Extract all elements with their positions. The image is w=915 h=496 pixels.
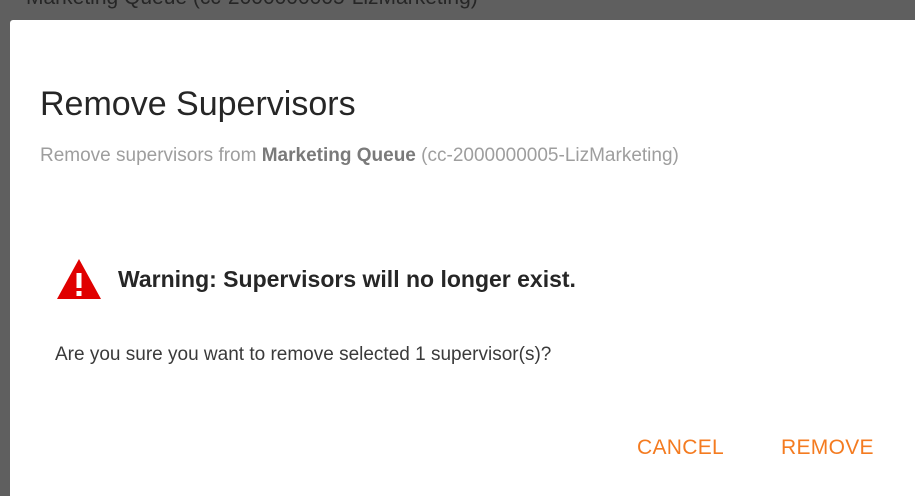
remove-supervisors-dialog: Remove Supervisors Remove supervisors fr… [10,20,915,496]
backdrop-queue-title: Marketing Queue (cc-2000000005-LizMarket… [26,0,478,10]
warning-title: Warning: Supervisors will no longer exis… [118,266,576,292]
dialog-title: Remove Supervisors [40,85,356,123]
queue-id: (cc-2000000005-LizMarketing) [415,145,679,166]
queue-name: Marketing Queue [261,145,416,166]
dialog-subtitle: Remove supervisors from Marketing Queue … [40,144,679,168]
warning-triangle-icon [57,259,101,299]
remove-button[interactable]: REMOVE [781,434,874,462]
cancel-button[interactable]: CANCEL [637,434,724,462]
confirmation-question: Are you sure you want to remove selected… [55,344,552,365]
subtitle-prefix: Remove supervisors from [40,145,262,166]
